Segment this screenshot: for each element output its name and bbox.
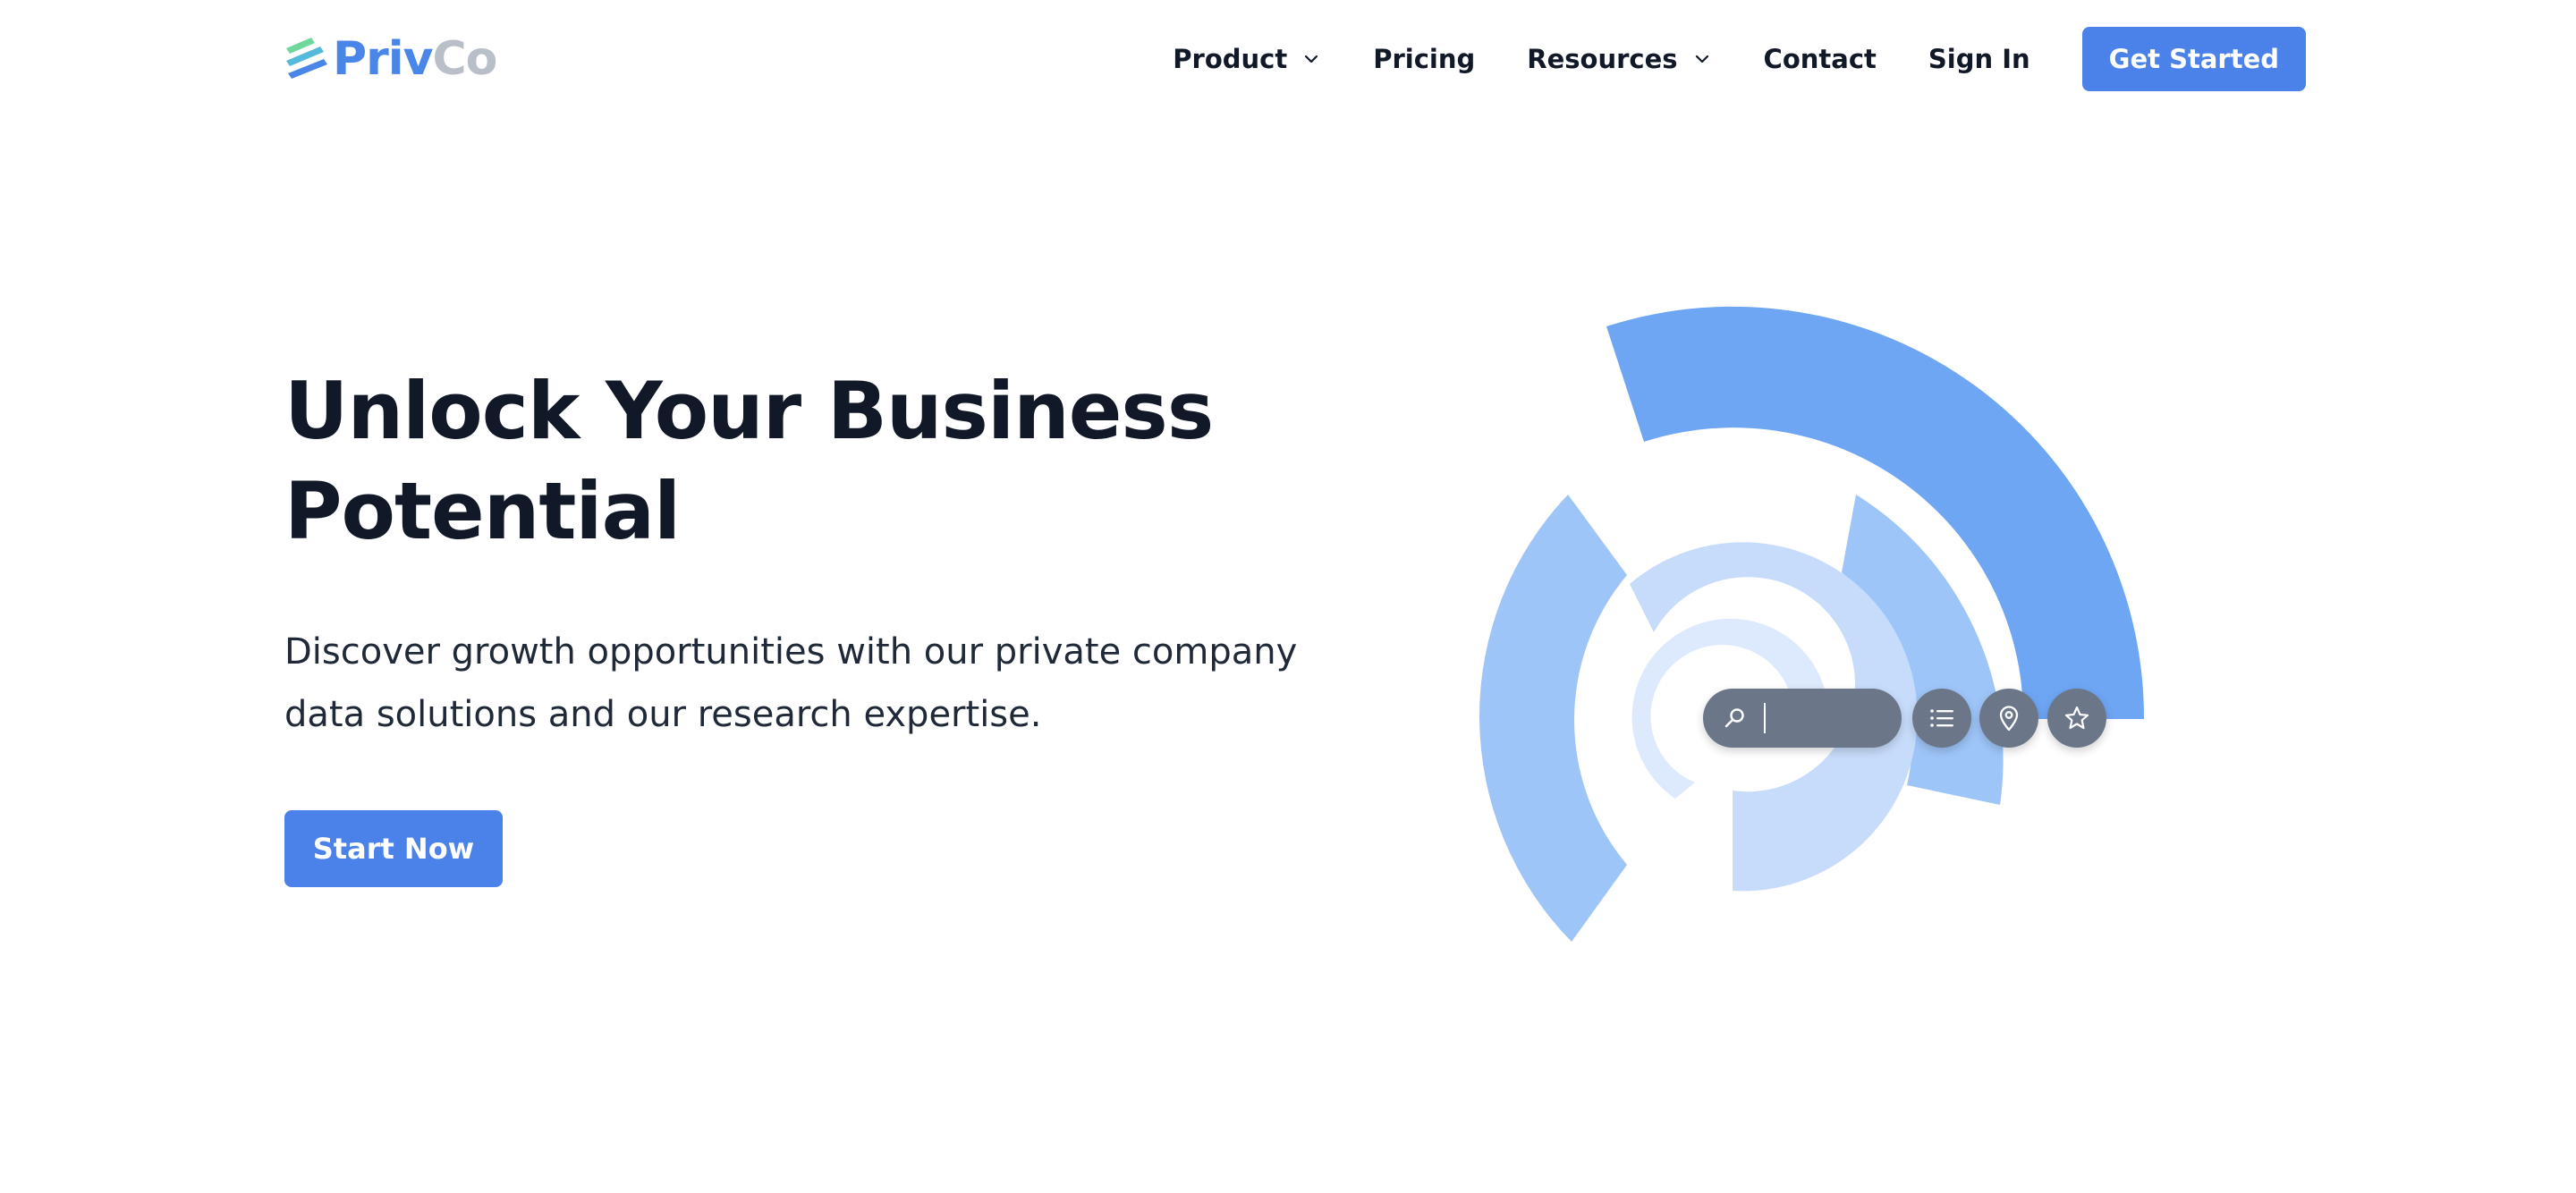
nav-item-pricing[interactable]: Pricing	[1373, 44, 1475, 74]
logo-wordmark: PrivCo	[333, 32, 497, 86]
nav-item-product-label: Product	[1173, 44, 1288, 74]
nav-item-resources[interactable]: Resources	[1527, 44, 1711, 74]
nav-item-pricing-label: Pricing	[1373, 44, 1476, 74]
right-arc	[1842, 495, 2004, 805]
text-caret	[1764, 703, 1766, 733]
nav-item-contact-label: Contact	[1763, 44, 1877, 74]
hero-subtitle-line-2: data solutions and our research expertis…	[284, 694, 1042, 735]
chevron-down-icon	[1305, 55, 1318, 63]
hero-title-line-1: Unlock Your Business	[284, 365, 1214, 457]
main-nav: Product Pricing Resources Contact Sign I…	[1173, 27, 2306, 91]
hero-title: Unlock Your Business Potential	[284, 361, 1358, 562]
get-started-button[interactable]: Get Started	[2081, 27, 2306, 91]
left-arc	[1479, 495, 1627, 942]
nav-item-contact[interactable]: Contact	[1764, 44, 1877, 74]
nav-item-sign-in[interactable]: Sign In	[1928, 44, 2030, 74]
nav-item-sign-in-label: Sign In	[1928, 44, 2030, 74]
hero-illustration	[1479, 306, 2145, 942]
outer-arc	[1606, 306, 2145, 719]
start-now-button[interactable]: Start Now	[284, 810, 503, 887]
hero-subtitle-line-1: Discover growth opportunities with our p…	[284, 631, 1298, 673]
nav-item-product[interactable]: Product	[1173, 44, 1321, 74]
map-pin-icon	[1999, 706, 2019, 732]
nav-item-resources-label: Resources	[1527, 44, 1678, 74]
search-icon	[1724, 708, 1744, 728]
chevron-down-icon	[1695, 55, 1708, 63]
privco-stripes-icon	[286, 38, 327, 79]
list-button[interactable]	[1912, 689, 1971, 748]
illustration-search-bar[interactable]	[1703, 689, 1902, 748]
map-pin-button[interactable]	[1979, 689, 2038, 748]
list-icon	[1930, 709, 1953, 727]
hero-subtitle: Discover growth opportunities with our p…	[284, 621, 1340, 746]
privco-logo[interactable]: PrivCo	[284, 32, 497, 86]
star-button[interactable]	[2047, 689, 2106, 748]
star-icon	[2064, 706, 2089, 730]
logo-wordmark-co: Co	[432, 32, 497, 86]
hero-title-line-2: Potential	[284, 465, 681, 557]
site-header: PrivCo Product Pricing Resources Contact…	[0, 0, 2576, 118]
logo-wordmark-priv: Priv	[333, 32, 433, 86]
